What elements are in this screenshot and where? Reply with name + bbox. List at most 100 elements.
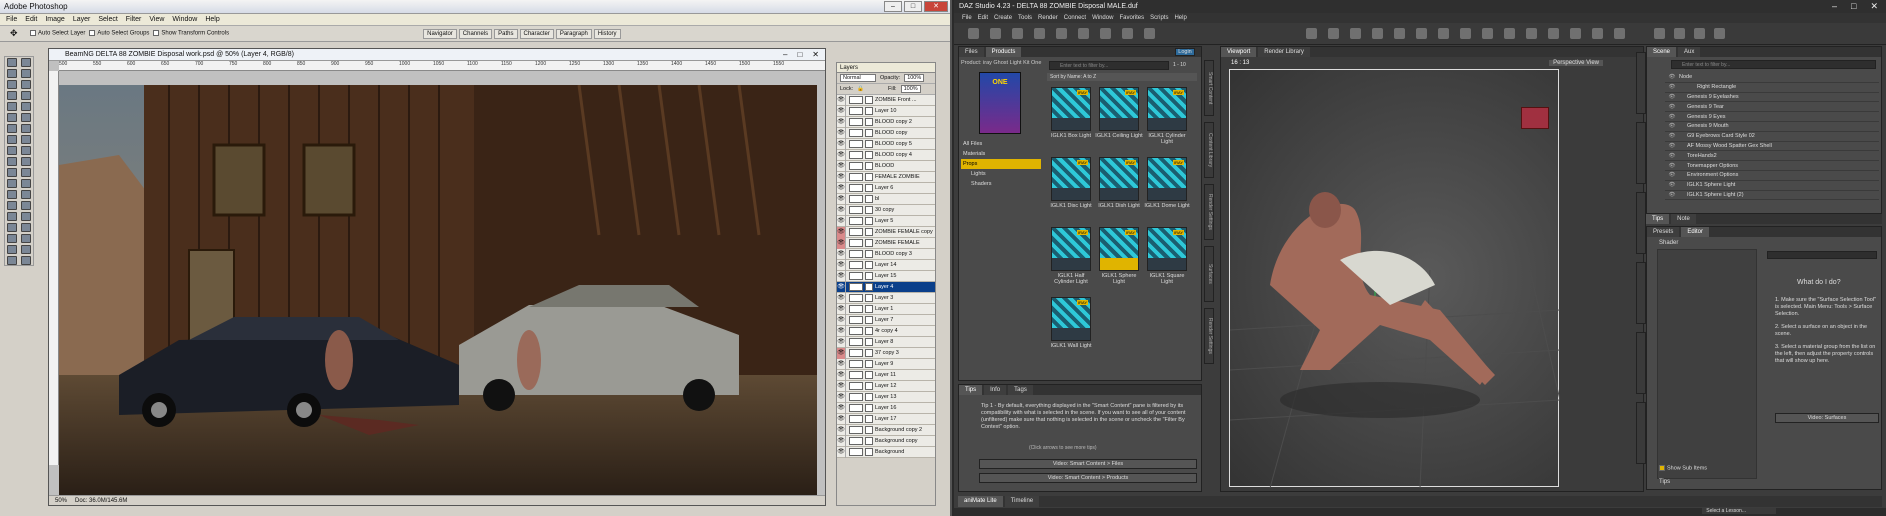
- layer-row[interactable]: 👁 ZOMBIE FEMALE copy: [837, 226, 935, 238]
- tool-icon[interactable]: [7, 91, 17, 100]
- toolbar-tool-icon[interactable]: [1654, 28, 1665, 39]
- toolbar-tool-icon[interactable]: [968, 28, 979, 39]
- tool-icon[interactable]: [7, 102, 17, 111]
- toolbar-tool-icon[interactable]: [1614, 28, 1625, 39]
- eye-icon[interactable]: 👁: [1665, 163, 1679, 169]
- eye-icon[interactable]: 👁: [837, 347, 846, 359]
- tool-icon[interactable]: [21, 201, 31, 210]
- category-item[interactable]: Lights: [961, 169, 1041, 179]
- ps-menu-view[interactable]: View: [149, 16, 164, 23]
- eye-icon[interactable]: 👁: [837, 204, 846, 216]
- tool-icon[interactable]: [21, 91, 31, 100]
- tool-icon[interactable]: [21, 179, 31, 188]
- editor-filter-input[interactable]: [1767, 251, 1877, 259]
- toolbar-tool-icon[interactable]: [1394, 28, 1405, 39]
- video-surfaces-button[interactable]: Video: Surfaces: [1775, 413, 1879, 423]
- eye-icon[interactable]: 👁: [1665, 182, 1679, 188]
- layer-row[interactable]: 👁 Layer 13: [837, 391, 935, 403]
- layer-row[interactable]: 👁 Layer 14: [837, 259, 935, 271]
- doc-minimize-button[interactable]: –: [783, 50, 787, 59]
- content-filter-input[interactable]: Enter text to filter by...: [1049, 61, 1169, 70]
- tab-note[interactable]: Note: [1671, 214, 1696, 224]
- layer-row[interactable]: 👁 Layer 8: [837, 336, 935, 348]
- tool-icon[interactable]: [7, 168, 17, 177]
- tool-icon[interactable]: [7, 146, 17, 155]
- sort-dropdown[interactable]: Sort by Name: A to Z: [1047, 73, 1197, 81]
- tool-icon[interactable]: [21, 124, 31, 133]
- scene-node[interactable]: 👁 Tonemapper Options: [1665, 161, 1879, 171]
- eye-icon[interactable]: 👁: [837, 127, 846, 139]
- tool-icon[interactable]: [7, 179, 17, 188]
- tool-icon[interactable]: [7, 234, 17, 243]
- toolbar-tool-icon[interactable]: [1372, 28, 1383, 39]
- tab-render-library[interactable]: Render Library: [1258, 47, 1310, 57]
- scene-node[interactable]: 👁 AF Mossy Wood Spatter Gex Shell: [1665, 142, 1879, 152]
- ps-menu-select[interactable]: Select: [98, 16, 117, 23]
- layer-row[interactable]: 👁 37 copy 3: [837, 347, 935, 359]
- eye-icon[interactable]: 👁: [1665, 172, 1679, 178]
- side-tab[interactable]: [1636, 402, 1646, 464]
- content-thumbnail[interactable]: IRAY: [1051, 157, 1091, 201]
- layer-row[interactable]: 👁 ZOMBIE FEMALE: [837, 237, 935, 249]
- layer-row[interactable]: 👁 Background: [837, 446, 935, 458]
- layer-row[interactable]: 👁 BLOOD copy 5: [837, 138, 935, 150]
- content-thumbnail[interactable]: IRAY: [1051, 297, 1091, 341]
- toolbar-tool-icon[interactable]: [1438, 28, 1449, 39]
- layer-row[interactable]: 👁 Background copy: [837, 435, 935, 447]
- eye-icon[interactable]: 👁: [1665, 74, 1679, 80]
- ps-menu-window[interactable]: Window: [172, 16, 197, 23]
- toolbar-tool-icon[interactable]: [1526, 28, 1537, 39]
- toolbar-tool-icon[interactable]: [1694, 28, 1705, 39]
- daz-menu-scripts[interactable]: Scripts: [1150, 15, 1168, 21]
- scene-node[interactable]: 👁 IGLK1 Sphere Light (2): [1665, 191, 1879, 201]
- blend-mode-select[interactable]: Normal: [840, 74, 876, 82]
- tab-tips[interactable]: Tips: [959, 385, 983, 395]
- layer-row[interactable]: 👁 Layer 3: [837, 292, 935, 304]
- eye-icon[interactable]: 👁: [837, 314, 846, 326]
- eye-icon[interactable]: 👁: [837, 259, 846, 271]
- eye-icon[interactable]: 👁: [837, 358, 846, 370]
- tab-products[interactable]: Products: [985, 47, 1022, 57]
- ps-menu-help[interactable]: Help: [205, 16, 219, 23]
- toolbar-tool-icon[interactable]: [1034, 28, 1045, 39]
- material-list[interactable]: [1657, 249, 1757, 479]
- layer-row[interactable]: 👁 Layer 17: [837, 413, 935, 425]
- daz-minimize-button[interactable]: –: [1832, 1, 1837, 12]
- tool-icon[interactable]: [21, 58, 31, 67]
- side-tab[interactable]: Render Settings: [1204, 184, 1214, 240]
- tool-icon[interactable]: [7, 157, 17, 166]
- lesson-select[interactable]: Select a Lesson...: [1702, 508, 1776, 514]
- content-thumbnail[interactable]: IRAY: [1099, 227, 1139, 271]
- tool-icon[interactable]: [7, 245, 17, 254]
- tool-icon[interactable]: [21, 245, 31, 254]
- view-select[interactable]: Perspective View: [1549, 60, 1603, 66]
- daz-menu-window[interactable]: Window: [1092, 15, 1113, 21]
- eye-icon[interactable]: 👁: [837, 193, 846, 205]
- ps-menu-filter[interactable]: Filter: [126, 16, 142, 23]
- opacity-field[interactable]: 100%: [904, 74, 925, 82]
- layer-row[interactable]: 👁 Layer 16: [837, 402, 935, 414]
- toolbar-tool-icon[interactable]: [1548, 28, 1559, 39]
- toolbar-tool-icon[interactable]: [1674, 28, 1685, 39]
- tool-icon[interactable]: [21, 80, 31, 89]
- eye-icon[interactable]: 👁: [1665, 153, 1679, 159]
- side-tab[interactable]: [1636, 262, 1646, 324]
- tab-scene[interactable]: Scene: [1647, 47, 1677, 57]
- tool-icon[interactable]: [21, 146, 31, 155]
- scene-node[interactable]: 👁 G9 Eyebrows Card Style 02: [1665, 132, 1879, 142]
- ps-menu-file[interactable]: File: [6, 16, 17, 23]
- eye-icon[interactable]: 👁: [837, 171, 846, 183]
- toolbar-tool-icon[interactable]: [1460, 28, 1471, 39]
- tab-tips[interactable]: Tips: [1646, 214, 1670, 224]
- tool-icon[interactable]: [7, 223, 17, 232]
- tool-icon[interactable]: [7, 113, 17, 122]
- category-item[interactable]: Shaders: [961, 179, 1041, 189]
- eye-icon[interactable]: 👁: [837, 237, 846, 249]
- tool-icon[interactable]: [7, 80, 17, 89]
- tool-icon[interactable]: [7, 212, 17, 221]
- toolbar-tool-icon[interactable]: [1122, 28, 1133, 39]
- scene-filter-input[interactable]: Enter text to filter by...: [1671, 60, 1876, 69]
- tool-icon[interactable]: [21, 69, 31, 78]
- tool-icon[interactable]: [21, 223, 31, 232]
- scene-node[interactable]: 👁 Genesis 9 Eyelashes: [1665, 93, 1879, 103]
